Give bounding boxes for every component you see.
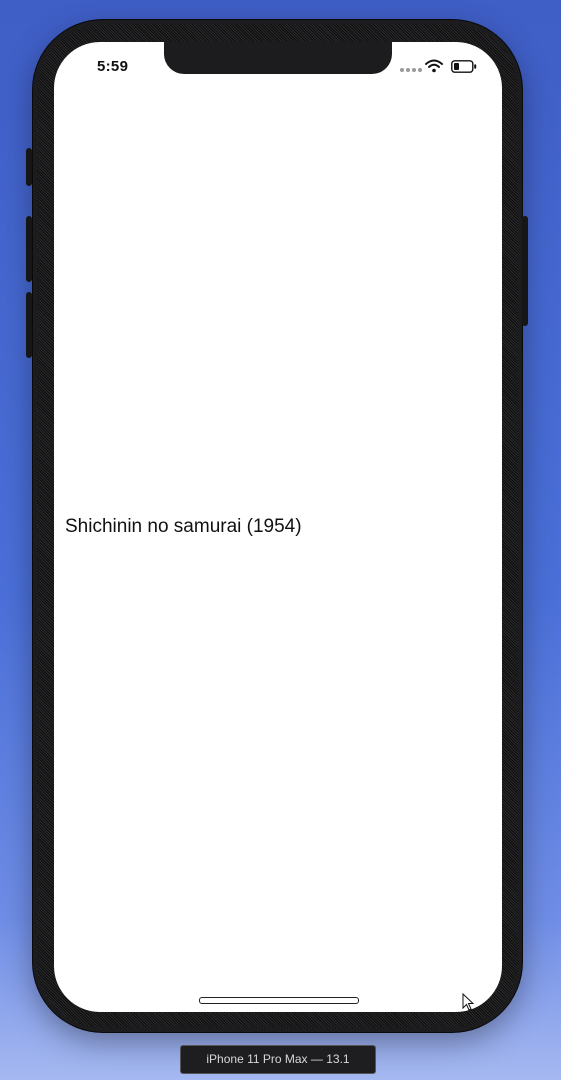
status-time: 5:59: [97, 58, 129, 75]
simulator-device-label: iPhone 11 Pro Max — 13.1: [180, 1045, 376, 1074]
wifi-icon: [425, 59, 443, 73]
volume-down-button: [26, 292, 32, 358]
battery-icon: [451, 60, 477, 73]
movie-title-label: Shichinin no samurai (1954): [65, 516, 302, 537]
mouse-cursor-icon: [462, 993, 474, 1011]
home-indicator[interactable]: [199, 997, 359, 1004]
cellular-signal-icon: [400, 68, 422, 72]
volume-up-button: [26, 216, 32, 282]
mute-switch: [26, 148, 32, 186]
phone-screen: 5:59 Shichinin no samurai (1954): [54, 42, 502, 1012]
power-button: [522, 216, 528, 326]
notch: [164, 42, 392, 74]
